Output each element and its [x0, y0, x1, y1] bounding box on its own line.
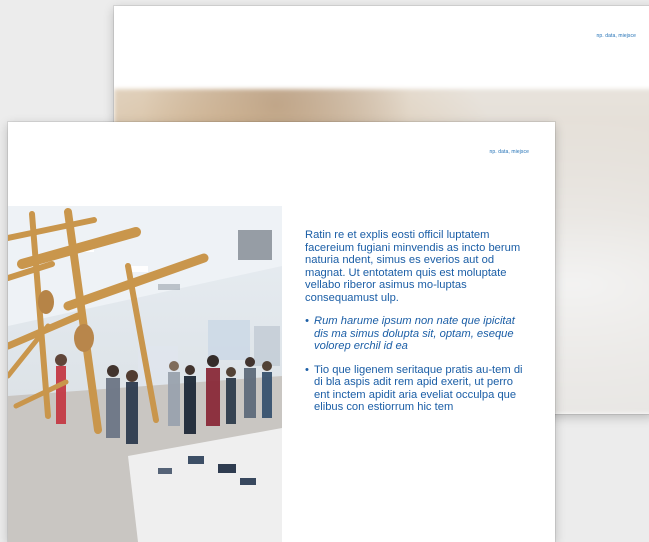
body-paragraph: Ratin re et explis eosti officil luptate…	[305, 229, 521, 304]
front-page-label: np. data, miejsce	[489, 149, 529, 155]
bullet-item: Tio que ligenem seritaque pratis au-tem …	[305, 364, 531, 414]
text-content: Ratin re et explis eosti officil luptate…	[305, 229, 531, 425]
classroom-photo	[8, 206, 282, 542]
classroom-illustration	[8, 206, 282, 542]
back-page-label: np. data, miejsce	[596, 33, 636, 39]
front-slide-page: np. data, miejsce Ratin re et explis eos…	[8, 122, 555, 542]
bullet-item: Rum harume ipsum non nate que ipicitat d…	[305, 315, 531, 353]
